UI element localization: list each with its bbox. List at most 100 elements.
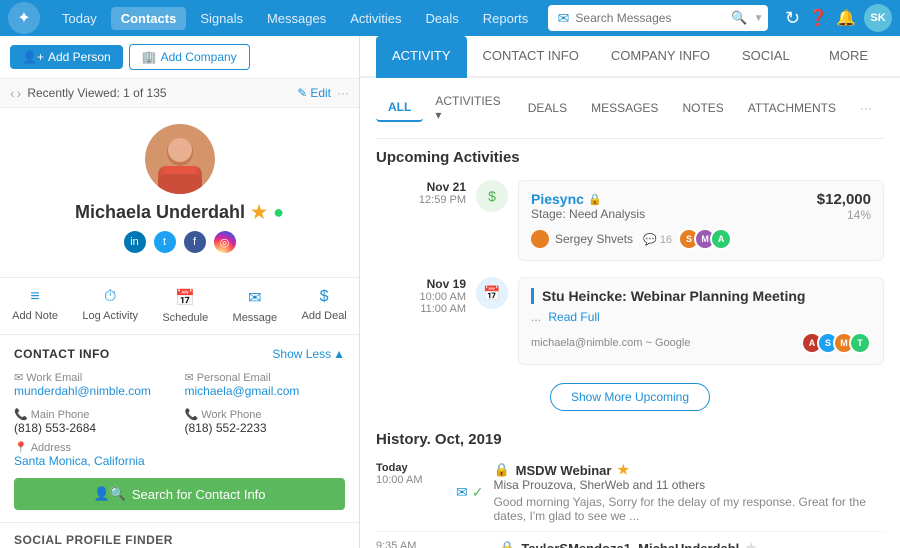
meeting-footer: michaela@nimble.com ~ Google A S M T bbox=[531, 332, 871, 354]
lock-icon-sm-2: 🔒 bbox=[499, 540, 515, 548]
subtab-activities[interactable]: ACTIVITIES ▾ bbox=[423, 88, 515, 128]
bell-icon[interactable]: 🔔 bbox=[836, 8, 856, 28]
star-icon[interactable]: ★ bbox=[617, 462, 629, 478]
add-note-button[interactable]: ≡ Add Note bbox=[12, 288, 58, 324]
social-icons: in t f ◎ bbox=[16, 231, 343, 253]
show-less-button[interactable]: Show Less ▲ bbox=[272, 347, 345, 361]
search-icon[interactable]: 🔍 bbox=[731, 10, 747, 26]
work-email-item: ✉ Work Email munderdahl@nimble.com bbox=[14, 371, 175, 398]
search-input[interactable] bbox=[575, 11, 725, 25]
tab-more[interactable]: MORE bbox=[813, 36, 884, 78]
meeting-card: Stu Heincke: Webinar Planning Meeting ..… bbox=[518, 277, 884, 365]
upcoming-activities-heading: Upcoming Activities bbox=[376, 139, 884, 172]
subtab-more[interactable]: ··· bbox=[848, 95, 884, 121]
contact-info-grid: ✉ Work Email munderdahl@nimble.com ✉ Per… bbox=[14, 371, 345, 435]
main-phone-value: (818) 553-2684 bbox=[14, 421, 175, 435]
contact-info-header: CONTACT INFO Show Less ▲ bbox=[14, 347, 345, 361]
contact-card: Michaela Underdahl ★ ● in t f ◎ bbox=[0, 108, 359, 278]
search-bar: ✉ 🔍 ▼ bbox=[548, 5, 768, 31]
star-empty-icon[interactable]: ★ bbox=[745, 540, 757, 548]
help-icon[interactable]: ❓ bbox=[808, 8, 828, 28]
history-item-2: 9:35 AM ✉ 🐦 🔒 TaylorSMendoza1, MichaUnde… bbox=[376, 532, 884, 548]
left-panel: 👤+ Add Person 🏢 Add Company ‹ › Recently… bbox=[0, 36, 360, 548]
more-options-icon[interactable]: ··· bbox=[337, 86, 349, 100]
nav-reports[interactable]: Reports bbox=[473, 7, 539, 30]
deal-stage: Stage: Need Analysis bbox=[531, 207, 645, 221]
tick-icon: ✓ bbox=[472, 484, 484, 501]
activity-content: ALL ACTIVITIES ▾ DEALS MESSAGES NOTES AT… bbox=[360, 78, 900, 548]
envelope-icon: ✉ bbox=[14, 371, 23, 384]
history-item-1: Today 10:00 AM ✉ ✓ 🔒 MSDW Webinar ★ Misa… bbox=[376, 454, 884, 532]
nav-activities[interactable]: Activities bbox=[340, 7, 411, 30]
address-value[interactable]: Santa Monica, California bbox=[14, 454, 345, 468]
nav-today[interactable]: Today bbox=[52, 7, 107, 30]
lock-icon: 🔒 bbox=[588, 193, 602, 206]
subtab-deals[interactable]: DEALS bbox=[516, 95, 579, 121]
calendar-timeline-icon: 📅 bbox=[476, 277, 508, 309]
work-email-value[interactable]: munderdahl@nimble.com bbox=[14, 384, 175, 398]
search-contact-button[interactable]: 👤🔍 Search for Contact Info bbox=[14, 478, 345, 510]
contact-info-section: CONTACT INFO Show Less ▲ ✉ Work Email mu… bbox=[0, 335, 359, 523]
contact-info-title: CONTACT INFO bbox=[14, 347, 110, 361]
sub-tab-bar: ALL ACTIVITIES ▾ DEALS MESSAGES NOTES AT… bbox=[376, 78, 884, 139]
subtab-all[interactable]: ALL bbox=[376, 94, 423, 122]
facebook-icon[interactable]: f bbox=[184, 231, 206, 253]
subtab-attachments[interactable]: ATTACHMENTS bbox=[736, 95, 848, 121]
nav-contacts[interactable]: Contacts bbox=[111, 7, 187, 30]
show-more-upcoming-button[interactable]: Show More Upcoming bbox=[550, 383, 710, 411]
note-icon: ≡ bbox=[30, 288, 39, 306]
favorite-star-icon[interactable]: ★ bbox=[251, 202, 267, 223]
whatsapp-icon[interactable]: ● bbox=[273, 202, 284, 223]
tab-social[interactable]: SOCIAL bbox=[726, 36, 806, 78]
main-layout: 👤+ Add Person 🏢 Add Company ‹ › Recently… bbox=[0, 36, 900, 548]
show-more-container: Show More Upcoming bbox=[376, 373, 884, 421]
add-company-button[interactable]: 🏢 Add Company bbox=[129, 44, 250, 70]
chevron-down-icon[interactable]: ▼ bbox=[754, 13, 764, 24]
read-full-button[interactable]: Read Full bbox=[548, 310, 599, 324]
meeting-body: ... Read Full bbox=[531, 310, 871, 324]
arrow-left[interactable]: ‹ bbox=[10, 85, 15, 101]
deal-person: Sergey Shvets 💬 16 S M A bbox=[531, 228, 871, 250]
subtab-notes[interactable]: NOTES bbox=[670, 95, 735, 121]
tab-company-info[interactable]: COMPANY INFO bbox=[595, 36, 726, 78]
add-person-button[interactable]: 👤+ Add Person bbox=[10, 45, 123, 69]
footer-avatar-4: T bbox=[849, 332, 871, 354]
refresh-icon[interactable]: ↻ bbox=[785, 8, 800, 29]
user-avatar[interactable]: SK bbox=[864, 4, 892, 32]
company-name[interactable]: Piesync 🔒 bbox=[531, 191, 645, 207]
work-phone-item: 📞 Work Phone (818) 552-2233 bbox=[185, 408, 346, 435]
recently-viewed-label: Recently Viewed: 1 of 135 bbox=[27, 86, 166, 100]
mail-icon: ✉ bbox=[558, 10, 570, 27]
tab-contact-info[interactable]: CONTACT INFO bbox=[467, 36, 595, 78]
avatar-3: A bbox=[710, 228, 732, 250]
history-card-1: 🔒 MSDW Webinar ★ Misa Prouzova, SherWeb … bbox=[493, 462, 884, 523]
nav-signals[interactable]: Signals bbox=[190, 7, 253, 30]
app-logo[interactable]: ✦ bbox=[8, 2, 40, 34]
meeting-title: Stu Heincke: Webinar Planning Meeting bbox=[531, 288, 871, 304]
email-icon: ✉ bbox=[456, 484, 468, 501]
activity-icon: ⏱ bbox=[104, 288, 116, 306]
log-activity-button[interactable]: ⏱ Log Activity bbox=[82, 288, 138, 324]
right-panel: ACTIVITY CONTACT INFO COMPANY INFO SOCIA… bbox=[360, 36, 900, 548]
edit-button[interactable]: ✎ Edit bbox=[297, 86, 331, 100]
schedule-button[interactable]: 📅 Schedule bbox=[162, 288, 208, 324]
twitter-icon[interactable]: t bbox=[154, 231, 176, 253]
work-phone-value: (818) 552-2233 bbox=[185, 421, 346, 435]
tab-activity[interactable]: ACTIVITY bbox=[376, 36, 467, 78]
personal-email-item: ✉ Personal Email michaela@gmail.com bbox=[185, 371, 346, 398]
deal-card: Piesync 🔒 Stage: Need Analysis $12,000 1… bbox=[518, 180, 884, 261]
arrow-right[interactable]: › bbox=[17, 85, 22, 101]
timeline-date-2: Nov 19 10:00 AM 11:00 AM bbox=[376, 277, 466, 365]
add-deal-button[interactable]: $ Add Deal bbox=[302, 288, 347, 324]
message-button[interactable]: ✉ Message bbox=[233, 288, 278, 324]
personal-email-value[interactable]: michaela@gmail.com bbox=[185, 384, 346, 398]
lock-icon-sm: 🔒 bbox=[493, 462, 509, 478]
timeline-item-deal: Nov 21 12:59 PM $ Piesync 🔒 Stage: Need … bbox=[376, 172, 884, 269]
subtab-messages[interactable]: MESSAGES bbox=[579, 95, 670, 121]
instagram-icon[interactable]: ◎ bbox=[214, 231, 236, 253]
nav-arrows: ‹ › bbox=[10, 85, 21, 101]
linkedin-icon[interactable]: in bbox=[124, 231, 146, 253]
nav-messages[interactable]: Messages bbox=[257, 7, 336, 30]
nav-deals[interactable]: Deals bbox=[416, 7, 469, 30]
deal-amount: $12,000 bbox=[817, 191, 871, 208]
